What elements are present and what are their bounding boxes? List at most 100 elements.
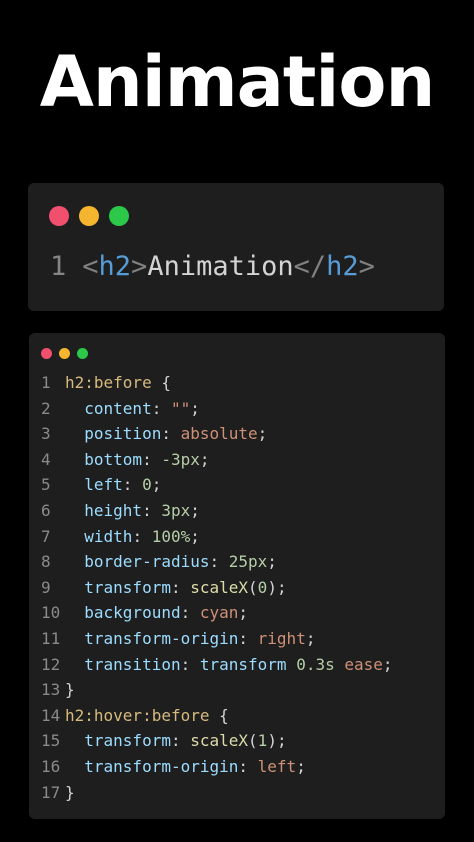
- code-line: 2 content: "";: [41, 396, 393, 422]
- code-token: 0: [257, 577, 268, 597]
- code-token: transform-origin: [84, 628, 239, 648]
- line-number: 14: [41, 705, 61, 725]
- code-line: 11 transform-origin: right;: [41, 626, 393, 652]
- code-token: -3px: [161, 449, 200, 469]
- code-token: 25px: [228, 552, 268, 572]
- code-token: scaleX: [190, 731, 249, 751]
- code-token: :: [132, 526, 152, 546]
- line-number: 12: [41, 654, 61, 674]
- minimize-dot-icon[interactable]: [79, 206, 99, 226]
- code-token: :: [151, 398, 171, 418]
- code-line: 5 left: 0;: [41, 472, 393, 498]
- code-token: background: [84, 603, 181, 623]
- maximize-dot-icon[interactable]: [77, 348, 88, 359]
- line-number: 3: [41, 424, 51, 444]
- code-token: ease: [344, 654, 383, 674]
- close-tag-name: h2: [326, 251, 359, 282]
- code-line: 7 width: 100%;: [41, 524, 393, 550]
- code-line: 12 transition: transform 0.3s ease;: [41, 652, 393, 678]
- element-text: Animation: [147, 251, 294, 282]
- code-token: :: [209, 552, 229, 572]
- code-token: }: [65, 680, 75, 700]
- code-token: );: [267, 577, 287, 597]
- code-line: 13}: [41, 677, 393, 703]
- code-token: 0.3s: [296, 654, 345, 674]
- css-code-block: 1 h2:before {2 content: ""; 3 position: ab…: [41, 370, 393, 805]
- close-angle: >: [131, 251, 148, 282]
- code-token: right: [257, 628, 306, 648]
- code-token: ;: [151, 475, 162, 495]
- code-content: bottom: -3px;: [65, 447, 210, 473]
- code-token: bottom: [84, 449, 143, 469]
- code-content: transform: scaleX(1);: [65, 728, 287, 754]
- code-token: (: [248, 731, 258, 751]
- code-token: {: [151, 373, 171, 392]
- line-number: 11: [41, 628, 61, 648]
- code-token: :: [142, 500, 162, 520]
- line-number: 17: [41, 782, 61, 802]
- code-content: h2:hover:before {: [65, 703, 229, 729]
- code-token: ;: [199, 449, 210, 469]
- code-token: 3px: [161, 500, 191, 520]
- code-token: :: [161, 424, 181, 444]
- line-number: 10: [41, 603, 61, 623]
- code-token: :: [180, 654, 200, 674]
- line-number: 5: [41, 475, 51, 495]
- close-dot-icon[interactable]: [41, 348, 52, 359]
- code-line: 16 transform-origin: left;: [41, 754, 393, 780]
- code-token: position: [84, 424, 162, 444]
- code-line: 15 transform: scaleX(1);: [41, 728, 393, 754]
- code-token: ;: [296, 756, 306, 776]
- code-token: :: [142, 449, 162, 469]
- maximize-dot-icon[interactable]: [109, 206, 129, 226]
- code-content: background: cyan;: [65, 600, 248, 626]
- code-content: }: [65, 780, 75, 806]
- code-content: h2:before {: [65, 370, 171, 396]
- line-number: 8: [41, 552, 51, 572]
- html-code-line: 1 <h2>Animation</h2>: [50, 249, 375, 285]
- code-token: ;: [190, 526, 200, 546]
- code-content: transform-origin: left;: [65, 754, 306, 780]
- code-line: 4 bottom: -3px;: [41, 447, 393, 473]
- line-number: 13: [41, 680, 61, 700]
- line-number: 2: [41, 398, 51, 418]
- code-line: 8 border-radius: 25px;: [41, 549, 393, 575]
- line-number: 15: [41, 731, 61, 751]
- code-token: :: [238, 756, 258, 776]
- code-content: height: 3px;: [65, 498, 200, 524]
- code-token: :: [170, 731, 191, 751]
- code-token: );: [267, 731, 287, 751]
- code-token: 1: [257, 731, 268, 751]
- code-content: position: absolute;: [65, 421, 267, 447]
- line-number: 1: [41, 373, 51, 392]
- close-dot-icon[interactable]: [49, 206, 69, 226]
- code-content: transform-origin: right;: [65, 626, 315, 652]
- code-token: 100%: [151, 526, 191, 546]
- code-token: h2:before: [65, 373, 152, 392]
- code-line: 9 transform: scaleX(0);: [41, 575, 393, 601]
- code-token: "": [170, 398, 191, 418]
- code-token: ;: [305, 628, 316, 648]
- code-content: width: 100%;: [65, 524, 200, 550]
- code-token: transform: [84, 731, 171, 751]
- end-tag-open: </: [293, 251, 327, 282]
- code-content: transform: scaleX(0);: [65, 575, 287, 601]
- open-tag-name: h2: [98, 251, 132, 282]
- code-token: transform: [199, 654, 297, 674]
- code-content: content: "";: [65, 396, 200, 422]
- code-token: border-radius: [84, 552, 210, 572]
- minimize-dot-icon[interactable]: [59, 348, 70, 359]
- end-tag-close: >: [358, 251, 375, 282]
- code-token: ;: [190, 500, 200, 520]
- line-number: 1: [50, 251, 67, 282]
